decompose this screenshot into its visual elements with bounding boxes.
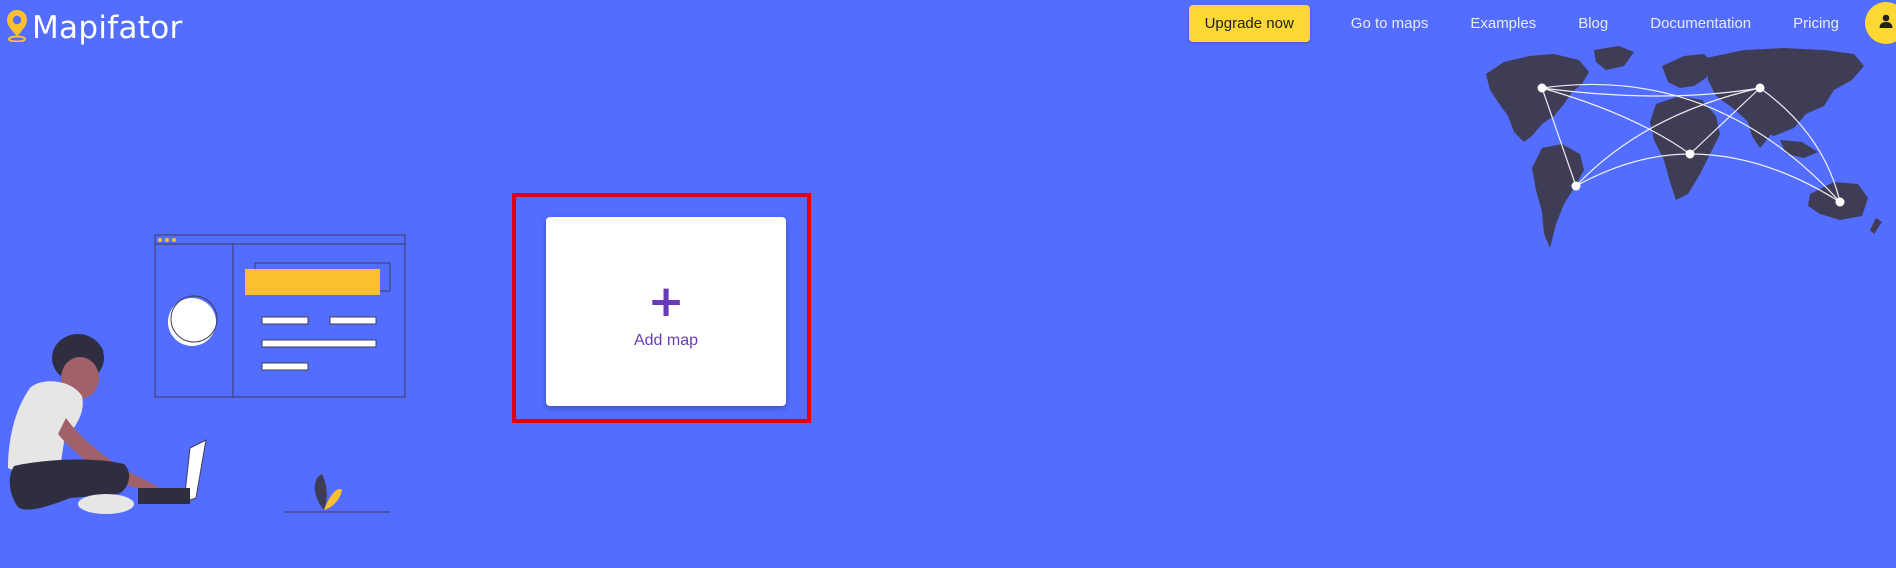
logo-text: Mapifator [32, 9, 183, 46]
add-map-card[interactable]: + Add map [546, 217, 786, 406]
map-pin-icon [4, 8, 30, 47]
nav-link-examples[interactable]: Examples [1449, 15, 1557, 32]
person-icon [1878, 13, 1894, 34]
account-button[interactable] [1865, 2, 1896, 44]
person-laptop-illustration [0, 228, 410, 523]
nav-link-pricing[interactable]: Pricing [1772, 15, 1860, 32]
nav-link-documentation[interactable]: Documentation [1629, 15, 1772, 32]
world-map-illustration [1484, 44, 1890, 259]
logo[interactable]: Mapifator [4, 8, 183, 47]
upgrade-button[interactable]: Upgrade now [1188, 4, 1310, 42]
top-nav: Upgrade now Go to maps Examples Blog Doc… [1188, 2, 1896, 44]
nav-link-go-to-maps[interactable]: Go to maps [1330, 15, 1450, 32]
plus-icon: + [647, 275, 685, 327]
add-map-label: Add map [633, 331, 699, 349]
nav-link-blog[interactable]: Blog [1557, 15, 1629, 32]
